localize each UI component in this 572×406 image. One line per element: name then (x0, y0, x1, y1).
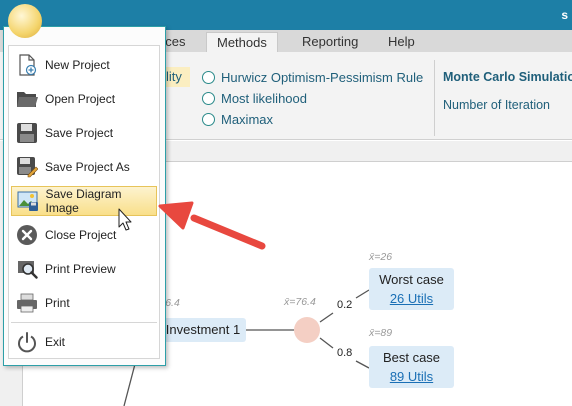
menu-item-save-project[interactable]: Save Project (11, 118, 157, 148)
application-menu: New Project Open Project Save Project Sa… (3, 26, 166, 366)
menu-item-label: Save Project As (45, 160, 130, 174)
chance-node-ev: x̄=76.4 (284, 296, 316, 308)
terminal-node-label: Worst case (379, 272, 444, 287)
connector-to-worst-box (355, 289, 370, 299)
menu-item-new-project[interactable]: New Project (11, 50, 157, 80)
connector-to-best-prob (319, 337, 334, 349)
folder-open-icon (14, 86, 40, 112)
menu-item-close-project[interactable]: Close Project (11, 220, 157, 250)
menu-item-label: Save Project (45, 126, 114, 140)
branch-probability: 0.8 (337, 347, 353, 359)
connector-to-best-box (355, 360, 370, 369)
chance-node (294, 317, 320, 343)
menu-item-open-project[interactable]: Open Project (11, 84, 157, 114)
terminal-node-label: Best case (382, 350, 441, 365)
menu-item-label: Exit (45, 335, 66, 349)
print-preview-icon (14, 256, 40, 282)
close-circle-icon (14, 222, 40, 248)
application-menu-button[interactable] (8, 4, 42, 38)
menu-separator (11, 322, 157, 323)
branch-probability: 0.2 (337, 299, 353, 311)
menu-item-label: Save Diagram Image (45, 187, 122, 215)
menu-item-label: Close Project (45, 228, 117, 242)
best-case-ev: x̄=89 (369, 327, 393, 339)
terminal-node-worst-case[interactable]: Worst case 26 Utils (369, 268, 454, 310)
floppy-pencil-icon (14, 154, 40, 180)
menu-item-save-diagram-image[interactable]: Save Diagram Image (11, 186, 157, 216)
terminal-node-utils-link[interactable]: 89 Utils (369, 369, 454, 384)
application-menu-list: New Project Open Project Save Project Sa… (8, 45, 160, 359)
decision-node-investment-1[interactable]: Investment 1 (160, 318, 246, 342)
power-icon (14, 329, 40, 355)
menu-item-save-project-as[interactable]: Save Project As (11, 152, 157, 182)
menu-item-label: Print Preview (45, 262, 116, 276)
terminal-node-utils-link[interactable]: 26 Utils (369, 291, 454, 306)
image-save-icon (15, 188, 40, 214)
menu-item-label: Open Project (45, 92, 116, 106)
worst-case-ev: x̄=26 (369, 251, 393, 263)
menu-item-print[interactable]: Print (11, 288, 157, 318)
new-project-icon (14, 52, 40, 78)
floppy-disk-icon (14, 120, 40, 146)
menu-item-label: Print (45, 296, 70, 310)
decision-node-label: Investment 1 (165, 322, 241, 337)
menu-item-label: New Project (45, 58, 110, 72)
menu-item-exit[interactable]: Exit (11, 327, 157, 357)
printer-icon (14, 290, 40, 316)
menu-item-print-preview[interactable]: Print Preview (11, 254, 157, 284)
connector-to-worst-prob (319, 312, 334, 323)
terminal-node-best-case[interactable]: Best case 89 Utils (369, 346, 454, 388)
